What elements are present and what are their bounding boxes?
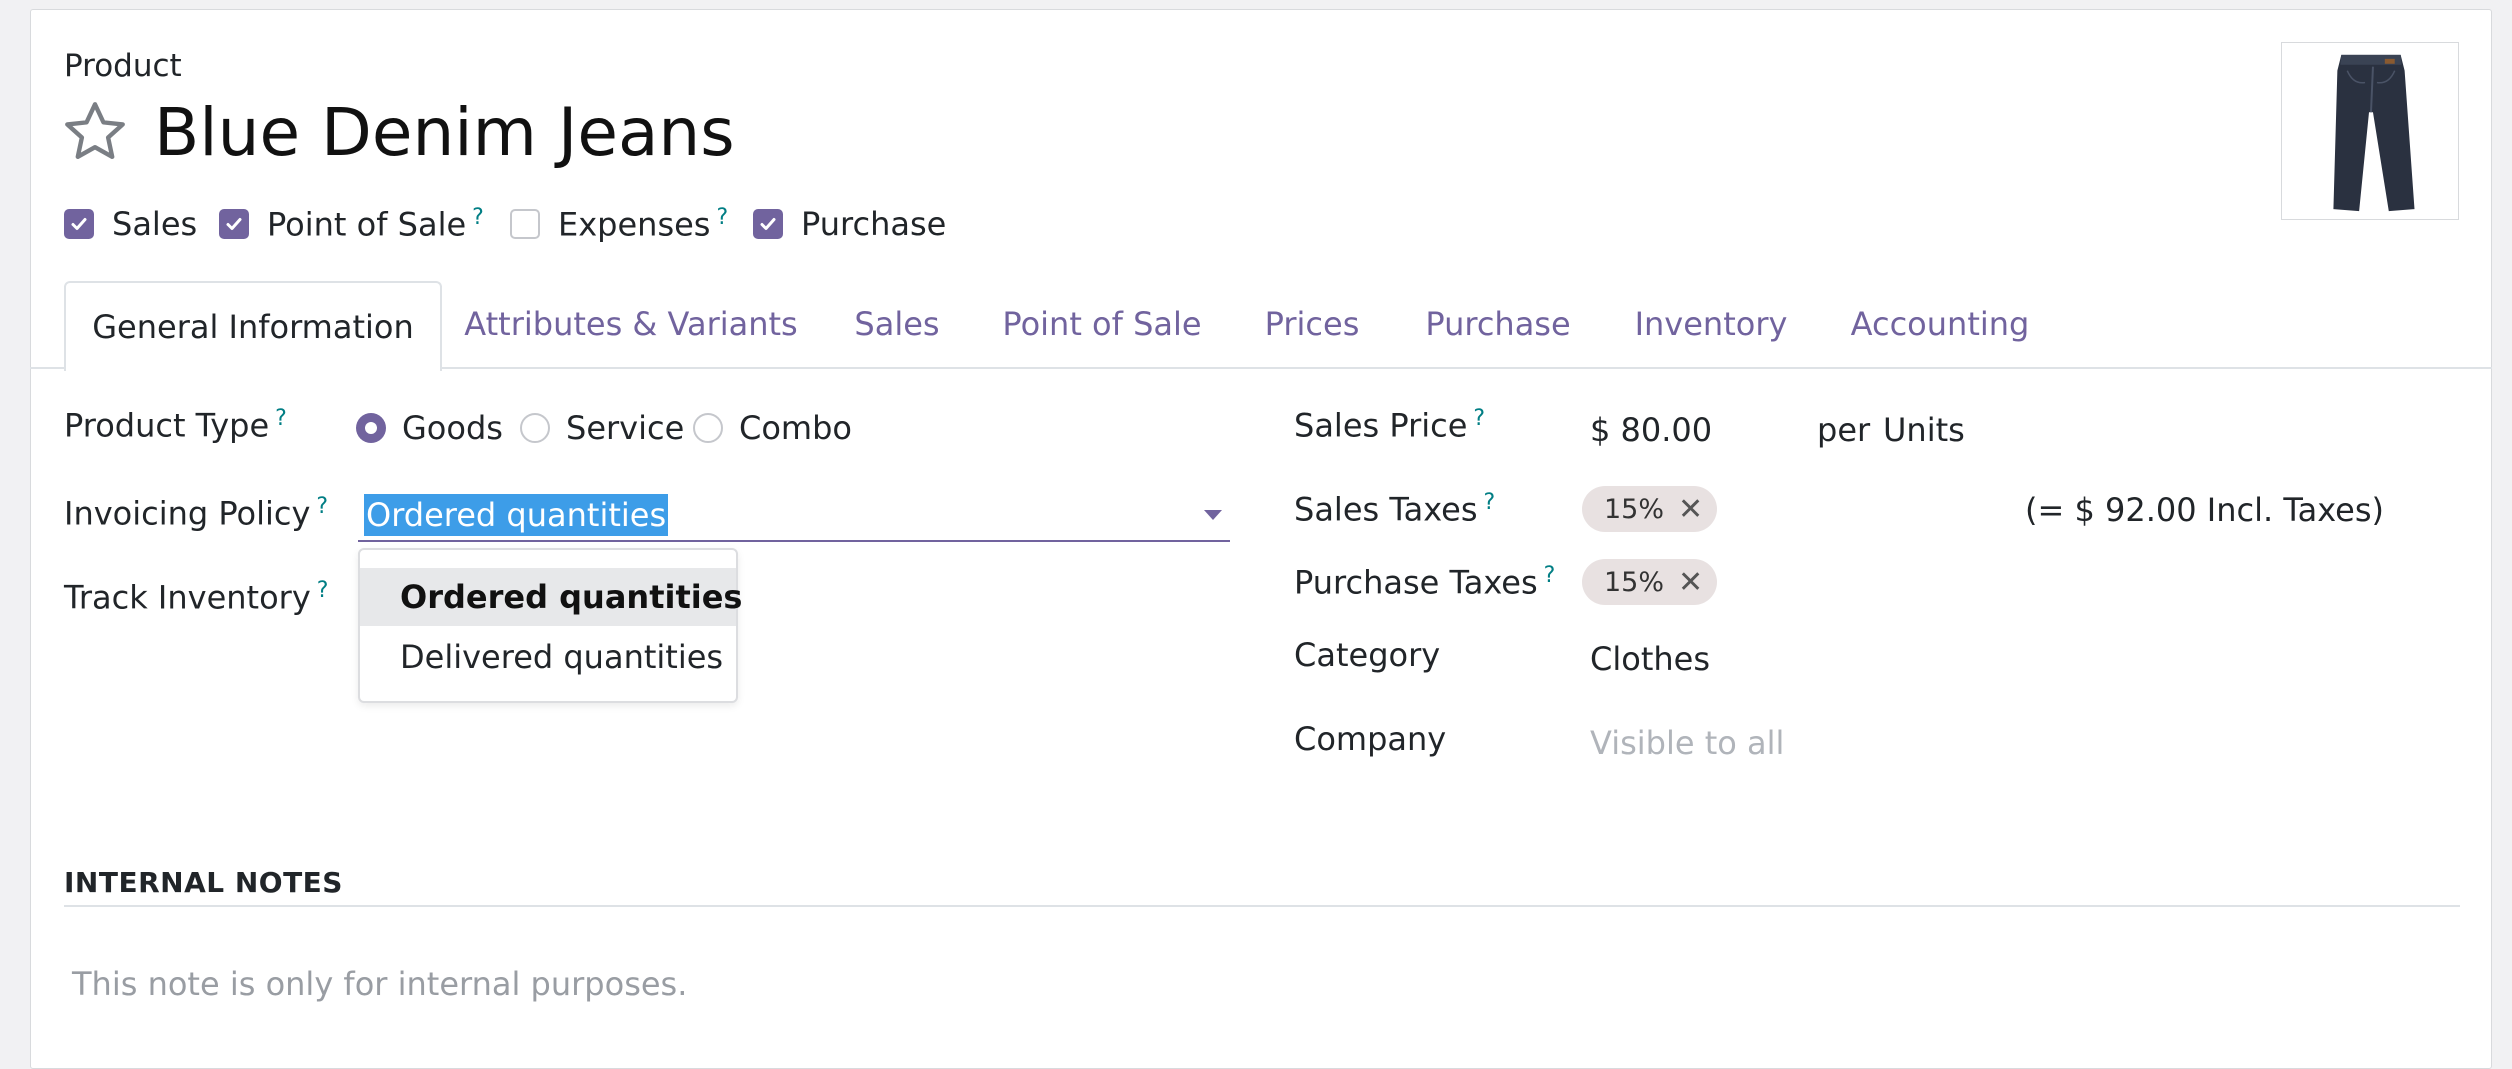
option-label-text: Expenses	[558, 205, 711, 244]
tab-attributes-variants[interactable]: Attributes & Variants	[442, 281, 820, 367]
sales-price-unit[interactable]: Units	[1883, 411, 1965, 449]
help-icon[interactable]: ?	[317, 578, 329, 603]
help-icon[interactable]: ?	[1544, 563, 1556, 588]
internal-notes-title: INTERNAL NOTES	[64, 866, 343, 899]
dropdown-item-ordered[interactable]: Ordered quantities	[360, 568, 742, 626]
sales-price-input[interactable]: $ 80.00	[1590, 411, 1712, 449]
company-label: Company	[1294, 720, 1447, 758]
sales-price-label: Sales Price?	[1294, 406, 1485, 445]
checkbox-point-of-sale[interactable]	[219, 209, 249, 239]
check-icon	[760, 218, 776, 230]
company-input[interactable]: Visible to all	[1590, 724, 1784, 762]
help-icon[interactable]: ?	[716, 205, 728, 230]
tab-purchase[interactable]: Purchase	[1394, 281, 1602, 367]
checkbox-expenses[interactable]	[510, 209, 540, 239]
product-image[interactable]	[2281, 42, 2459, 220]
radio-button-service[interactable]	[520, 413, 550, 443]
help-icon[interactable]: ?	[472, 205, 484, 230]
track-inventory-label-text: Track Inventory	[64, 578, 311, 617]
radio-goods[interactable]: Goods	[356, 409, 503, 447]
radio-label-combo: Combo	[739, 409, 852, 447]
product-name[interactable]: Blue Denim Jeans	[154, 93, 735, 173]
option-point-of-sale[interactable]: Point of Sale?	[219, 202, 484, 246]
help-icon[interactable]: ?	[1473, 406, 1485, 431]
checkbox-sales[interactable]	[64, 209, 94, 239]
radio-label-goods: Goods	[402, 409, 503, 447]
product-type-label: Product Type?	[64, 406, 287, 445]
purchase-tax-tag-label: 15%	[1604, 566, 1665, 598]
option-label: Purchase	[801, 205, 947, 243]
sales-tax-tag[interactable]: 15% ✕	[1582, 486, 1718, 532]
chevron-down-icon[interactable]	[1204, 510, 1222, 520]
help-icon[interactable]: ?	[275, 406, 287, 431]
category-label: Category	[1294, 636, 1441, 674]
invoicing-policy-value[interactable]: Ordered quantities	[364, 494, 669, 536]
breadcrumb[interactable]: Product	[64, 48, 182, 84]
option-label: Point of Sale?	[267, 205, 484, 244]
checkbox-purchase[interactable]	[753, 209, 783, 239]
sales-tax-tag-label: 15%	[1604, 493, 1665, 525]
radio-label-service: Service	[566, 409, 685, 447]
section-divider	[64, 905, 2460, 907]
incl-taxes-amount: (= $ 92.00 Incl. Taxes)	[2025, 491, 2384, 529]
product-type-label-text: Product Type	[64, 406, 270, 445]
tab-sales[interactable]: Sales	[820, 281, 974, 367]
radio-button-combo[interactable]	[693, 413, 723, 443]
star-icon[interactable]	[60, 97, 130, 167]
invoicing-policy-label: Invoicing Policy?	[64, 494, 328, 533]
sales-price-per: per	[1817, 411, 1871, 449]
help-icon[interactable]: ?	[1484, 490, 1496, 515]
option-label: Expenses?	[558, 205, 728, 244]
tab-general-information[interactable]: General Information	[64, 281, 442, 371]
purchase-taxes-label-text: Purchase Taxes	[1294, 563, 1538, 602]
radio-button-goods[interactable]	[356, 413, 386, 443]
jeans-image	[2333, 54, 2415, 212]
check-icon	[226, 218, 242, 230]
tab-prices[interactable]: Prices	[1230, 281, 1394, 367]
tab-inventory[interactable]: Inventory	[1602, 281, 1820, 367]
invoicing-policy-label-text: Invoicing Policy	[64, 494, 311, 533]
sales-taxes-label: Sales Taxes?	[1294, 490, 1495, 529]
category-input[interactable]: Clothes	[1590, 640, 1710, 678]
option-label-text: Point of Sale	[267, 205, 467, 244]
purchase-taxes-label: Purchase Taxes?	[1294, 563, 1555, 602]
dropdown-item-delivered[interactable]: Delivered quantities	[360, 628, 736, 686]
track-inventory-label: Track Inventory?	[64, 578, 328, 617]
close-icon[interactable]: ✕	[1678, 492, 1703, 527]
option-label: Sales	[112, 205, 198, 243]
option-sales[interactable]: Sales	[64, 202, 197, 246]
tab-point-of-sale[interactable]: Point of Sale	[974, 281, 1230, 367]
radio-service[interactable]: Service	[520, 409, 684, 447]
tab-accounting[interactable]: Accounting	[1820, 281, 2060, 367]
option-expenses[interactable]: Expenses?	[510, 202, 728, 246]
close-icon[interactable]: ✕	[1678, 565, 1703, 600]
check-icon	[71, 218, 87, 230]
internal-notes-editor[interactable]: This note is only for internal purposes.	[72, 965, 687, 1003]
sales-price-label-text: Sales Price	[1294, 406, 1468, 445]
radio-combo[interactable]: Combo	[693, 409, 852, 447]
invoicing-policy-select[interactable]: Ordered quantities	[358, 488, 1230, 542]
sales-taxes-label-text: Sales Taxes	[1294, 490, 1478, 529]
option-purchase[interactable]: Purchase	[753, 202, 946, 246]
help-icon[interactable]: ?	[316, 494, 328, 519]
purchase-tax-tag[interactable]: 15% ✕	[1582, 559, 1718, 605]
invoicing-policy-dropdown: Ordered quantities Delivered quantities	[358, 548, 742, 703]
